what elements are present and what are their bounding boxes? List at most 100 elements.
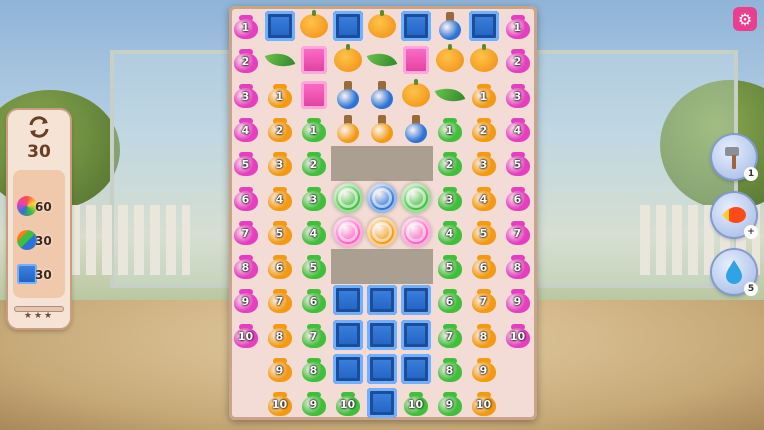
blue-crate-tile[interactable] [331, 283, 364, 316]
numbered-pot-tile[interactable]: 1 [263, 78, 296, 111]
blue-crate-tile[interactable] [331, 318, 364, 351]
pink-block-tile[interactable] [297, 78, 330, 111]
numbered-pot-tile[interactable]: 1 [467, 78, 500, 111]
numbered-pot-tile[interactable]: 4 [501, 112, 534, 145]
numbered-pot-tile[interactable]: 3 [433, 181, 466, 214]
numbered-pot-tile[interactable]: 4 [297, 215, 330, 248]
numbered-pot-tile[interactable]: 7 [501, 215, 534, 248]
potion-orange-tile[interactable] [365, 112, 398, 145]
numbered-pot-tile[interactable]: 5 [467, 215, 500, 248]
numbered-pot-tile[interactable]: 7 [467, 283, 500, 316]
numbered-pot-tile[interactable]: 5 [501, 146, 534, 179]
numbered-pot-tile[interactable]: 5 [263, 215, 296, 248]
numbered-pot-tile[interactable]: 1 [297, 112, 330, 145]
rocket-booster[interactable]: + [712, 193, 758, 239]
potion-blue-tile[interactable] [365, 78, 398, 111]
numbered-pot-tile[interactable]: 6 [467, 249, 500, 282]
numbered-pot-tile[interactable]: 10 [501, 318, 534, 351]
orb-green-tile[interactable] [399, 181, 432, 214]
potion-blue-tile[interactable] [331, 78, 364, 111]
numbered-pot-tile[interactable]: 3 [263, 146, 296, 179]
numbered-pot-tile[interactable]: 4 [263, 181, 296, 214]
numbered-pot-tile[interactable]: 2 [297, 146, 330, 179]
numbered-pot-tile[interactable]: 8 [263, 318, 296, 351]
numbered-pot-tile[interactable]: 7 [229, 215, 262, 248]
numbered-pot-tile[interactable]: 1 [501, 9, 534, 42]
orb-blue-tile[interactable] [365, 181, 398, 214]
numbered-pot-tile[interactable]: 4 [433, 215, 466, 248]
pumpkin-tile[interactable] [331, 43, 364, 76]
potion-blue-tile[interactable] [433, 9, 466, 42]
numbered-pot-tile[interactable]: 3 [467, 146, 500, 179]
numbered-pot-tile[interactable]: 10 [263, 386, 296, 419]
potion-blue-tile[interactable] [399, 112, 432, 145]
numbered-pot-tile[interactable]: 1 [229, 9, 262, 42]
blue-crate-tile[interactable] [399, 9, 432, 42]
hammer-booster[interactable]: 1 [712, 135, 758, 181]
numbered-pot-tile[interactable]: 8 [467, 318, 500, 351]
blue-crate-tile[interactable] [365, 318, 398, 351]
numbered-pot-tile[interactable]: 4 [229, 112, 262, 145]
pumpkin-tile[interactable] [297, 9, 330, 42]
water-drop-booster[interactable]: 5 [712, 250, 758, 296]
numbered-pot-tile[interactable]: 8 [433, 352, 466, 385]
orb-orange-tile[interactable] [365, 215, 398, 248]
numbered-pot-tile[interactable]: 8 [501, 249, 534, 282]
blue-crate-tile[interactable] [331, 9, 364, 42]
orb-pink-tile[interactable] [331, 215, 364, 248]
numbered-pot-tile[interactable]: 6 [297, 283, 330, 316]
pumpkin-tile[interactable] [399, 78, 432, 111]
numbered-pot-tile[interactable]: 5 [297, 249, 330, 282]
potion-orange-tile[interactable] [331, 112, 364, 145]
pumpkin-tile[interactable] [433, 43, 466, 76]
numbered-pot-tile[interactable]: 6 [263, 249, 296, 282]
numbered-pot-tile[interactable]: 7 [297, 318, 330, 351]
blue-crate-tile[interactable] [399, 318, 432, 351]
blue-crate-tile[interactable] [331, 352, 364, 385]
numbered-pot-tile[interactable]: 7 [263, 283, 296, 316]
numbered-pot-tile[interactable]: 8 [229, 249, 262, 282]
numbered-pot-tile[interactable]: 9 [433, 386, 466, 419]
numbered-pot-tile[interactable]: 8 [297, 352, 330, 385]
numbered-pot-tile[interactable]: 3 [229, 78, 262, 111]
blue-crate-tile[interactable] [365, 352, 398, 385]
numbered-pot-tile[interactable]: 5 [229, 146, 262, 179]
orb-green-tile[interactable] [331, 181, 364, 214]
pink-block-tile[interactable] [297, 43, 330, 76]
numbered-pot-tile[interactable]: 10 [467, 386, 500, 419]
numbered-pot-tile[interactable]: 4 [467, 181, 500, 214]
numbered-pot-tile[interactable]: 9 [297, 386, 330, 419]
blue-crate-tile[interactable] [263, 9, 296, 42]
numbered-pot-tile[interactable]: 10 [331, 386, 364, 419]
numbered-pot-tile[interactable]: 10 [229, 318, 262, 351]
numbered-pot-tile[interactable]: 3 [501, 78, 534, 111]
pumpkin-tile[interactable] [365, 9, 398, 42]
leaf-tile[interactable] [365, 43, 398, 76]
numbered-pot-tile[interactable]: 9 [229, 283, 262, 316]
numbered-pot-tile[interactable]: 7 [433, 318, 466, 351]
numbered-pot-tile[interactable]: 9 [501, 283, 534, 316]
numbered-pot-tile[interactable]: 2 [501, 43, 534, 76]
numbered-pot-tile[interactable]: 9 [263, 352, 296, 385]
leaf-tile[interactable] [263, 43, 296, 76]
orb-pink-tile[interactable] [399, 215, 432, 248]
pink-block-tile[interactable] [399, 43, 432, 76]
numbered-pot-tile[interactable]: 9 [467, 352, 500, 385]
numbered-pot-tile[interactable]: 6 [501, 181, 534, 214]
numbered-pot-tile[interactable]: 2 [433, 146, 466, 179]
numbered-pot-tile[interactable]: 5 [433, 249, 466, 282]
blue-crate-tile[interactable] [399, 283, 432, 316]
numbered-pot-tile[interactable]: 10 [399, 386, 432, 419]
numbered-pot-tile[interactable]: 1 [433, 112, 466, 145]
leaf-tile[interactable] [433, 78, 466, 111]
numbered-pot-tile[interactable]: 6 [229, 181, 262, 214]
blue-crate-tile[interactable] [467, 9, 500, 42]
numbered-pot-tile[interactable]: 6 [433, 283, 466, 316]
blue-crate-tile[interactable] [365, 283, 398, 316]
pumpkin-tile[interactable] [467, 43, 500, 76]
numbered-pot-tile[interactable]: 2 [467, 112, 500, 145]
numbered-pot-tile[interactable]: 2 [263, 112, 296, 145]
numbered-pot-tile[interactable]: 2 [229, 43, 262, 76]
blue-crate-tile[interactable] [399, 352, 432, 385]
numbered-pot-tile[interactable]: 3 [297, 181, 330, 214]
